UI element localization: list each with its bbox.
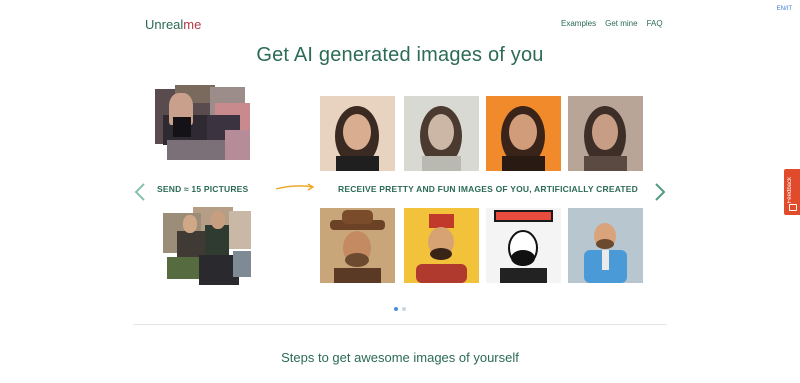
input-photo-collage-top <box>155 85 250 163</box>
result-portrait-2 <box>404 96 479 171</box>
input-photo <box>229 211 251 249</box>
nav-examples[interactable]: Examples <box>561 19 596 28</box>
brand-name-first: Unreal <box>145 17 184 32</box>
input-photo-collage-bottom <box>163 207 251 285</box>
receive-images-label: RECEIVE PRETTY AND FUN IMAGES OF YOU, AR… <box>338 184 638 194</box>
section-divider <box>133 324 667 325</box>
chevron-right-icon <box>655 183 666 201</box>
result-portrait-5 <box>320 208 395 283</box>
input-photo <box>233 251 251 277</box>
carousel-prev-button[interactable] <box>134 182 148 204</box>
input-photo <box>167 140 227 160</box>
page-title: Get AI generated images of you <box>256 44 544 66</box>
carousel-dot-2[interactable] <box>402 307 406 311</box>
brand-name-second: me <box>183 17 202 32</box>
carousel-dot-1[interactable] <box>394 307 398 311</box>
brand-logo[interactable]: Unrealme <box>145 17 201 32</box>
language-switch[interactable]: EN/IT <box>777 6 792 12</box>
input-photo <box>167 257 201 279</box>
main-nav: Examples Get mine FAQ <box>561 19 663 28</box>
feedback-label: Feedback <box>787 177 793 204</box>
feedback-button[interactable]: Feedback <box>784 169 800 215</box>
nav-faq[interactable]: FAQ <box>647 19 663 28</box>
result-portrait-7 <box>486 208 561 283</box>
orange-arrow-icon <box>275 183 315 191</box>
result-portrait-1 <box>320 96 395 171</box>
steps-section-title: Steps to get awesome images of yourself <box>281 350 519 365</box>
carousel-next-button[interactable] <box>654 182 668 204</box>
feedback-icon <box>789 204 797 211</box>
input-photo <box>225 130 250 160</box>
result-portrait-4 <box>568 96 643 171</box>
input-photo <box>211 211 225 229</box>
carousel-pagination <box>394 307 406 311</box>
input-photo <box>183 215 197 233</box>
nav-get-mine[interactable]: Get mine <box>605 19 637 28</box>
input-photo <box>173 117 191 137</box>
result-portrait-8 <box>568 208 643 283</box>
send-pictures-label: SEND ≈ 15 PICTURES <box>157 184 249 194</box>
result-portrait-6 <box>404 208 479 283</box>
result-portrait-3 <box>486 96 561 171</box>
chevron-left-icon <box>134 183 145 201</box>
